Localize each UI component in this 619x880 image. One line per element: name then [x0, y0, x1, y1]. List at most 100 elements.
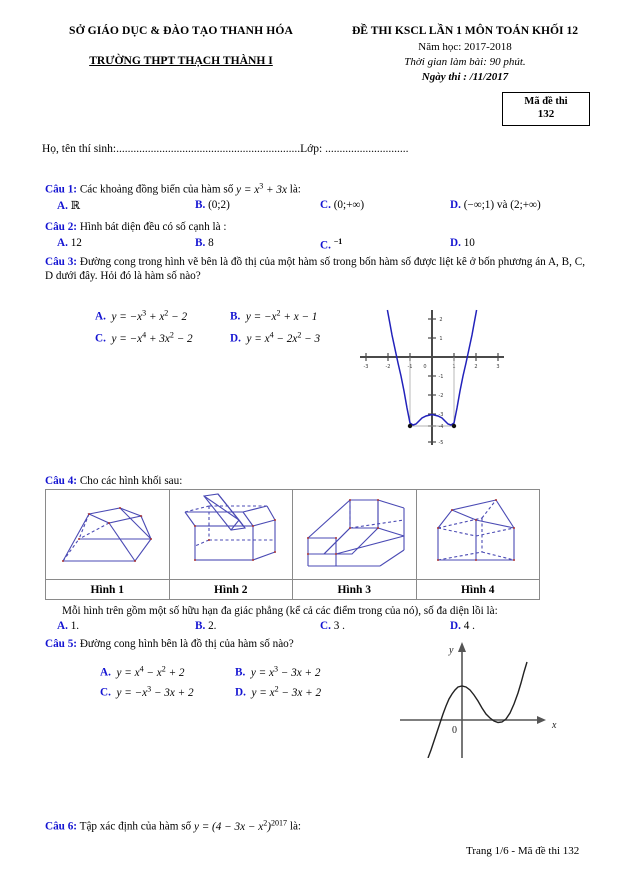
- q5-origin-label: 0: [452, 725, 457, 736]
- candidate-class-dots[interactable]: .............................: [325, 143, 408, 155]
- figure-label-1: Hình 1: [45, 579, 170, 600]
- figure-label-row: Hình 1 Hình 2 Hình 3 Hình 4: [45, 579, 540, 600]
- question-3-option-c[interactable]: C. y = −x4 + 3x2 − 2: [95, 330, 193, 345]
- svg-text:-2: -2: [386, 364, 391, 370]
- department-name: SỞ GIÁO DỤC & ĐÀO TẠO THANH HÓA: [69, 24, 293, 37]
- fig2-front-face: [194, 525, 254, 561]
- candidate-name-label: Họ, tên thí sinh:: [42, 143, 117, 155]
- figure-label-4: Hình 4: [415, 579, 540, 600]
- exam-code-box: Mã đề thi 132: [502, 92, 590, 126]
- fig3-back-wall-face: [349, 499, 379, 529]
- question-4-subtext: Mỗi hình trên gồm một số hữu hạn đa giác…: [62, 605, 498, 617]
- question-4-figure-table: Hình 1 Hình 2 Hình 3 Hình 4: [45, 489, 540, 600]
- question-4-option-c[interactable]: C. 3 .: [320, 620, 345, 632]
- svg-text:1: 1: [439, 336, 442, 342]
- question-5-option-b[interactable]: B. y = x3 − 3x + 2: [235, 664, 320, 679]
- question-6-text-after: là:: [287, 820, 302, 833]
- question-6-text-before: Tập xác định của hàm số: [77, 820, 194, 833]
- school-name: TRƯỜNG THPT THẠCH THÀNH I: [89, 54, 273, 67]
- question-4-label: Câu 4:: [45, 475, 78, 487]
- exam-date: Ngày thi : /11/2017: [421, 71, 509, 83]
- question-1-formula: y = x3 + 3x: [236, 181, 287, 196]
- question-5-option-d[interactable]: D. y = x2 − 3x + 2: [235, 684, 321, 699]
- question-3-option-b[interactable]: B. y = −x2 + x − 1: [230, 308, 317, 323]
- question-2-option-c[interactable]: C. −1: [320, 237, 342, 252]
- question-5-graph: y x 0: [400, 628, 565, 759]
- question-1-option-b[interactable]: B. (0;2): [195, 199, 230, 211]
- question-4-option-b[interactable]: B. 2.: [195, 620, 216, 632]
- figure-cell-3: [292, 489, 417, 580]
- question-1-text-before: Các khoảng đồng biến của hàm số: [77, 183, 237, 196]
- svg-text:-1: -1: [439, 374, 444, 380]
- question-6-formula: y = (4 − 3x − x2)2017: [193, 818, 288, 833]
- page-footer: Trang 1/6 - Mã đề thi 132: [466, 845, 580, 857]
- svg-text:-5: -5: [439, 440, 444, 446]
- question-5-option-c[interactable]: C. y = −x3 − 3x + 2: [100, 684, 194, 699]
- exam-page: SỞ GIÁO DỤC & ĐÀO TẠO THANH HÓA TRƯỜNG T…: [0, 0, 619, 880]
- q5-curve: [427, 661, 528, 759]
- header-left-block: SỞ GIÁO DỤC & ĐÀO TẠO THANH HÓA TRƯỜNG T…: [36, 24, 326, 69]
- question-4-text: Cho các hình khối sau:: [77, 475, 183, 487]
- svg-text:-2: -2: [439, 393, 444, 399]
- figure-3-u-channel-block: [307, 499, 405, 567]
- candidate-info-line: Họ, tên thí sinh:.......................…: [42, 143, 408, 155]
- question-2-stem: Câu 2: Hình bát diện đều có số cạnh là :: [45, 220, 585, 234]
- question-5-option-a[interactable]: A. y = x4 − x2 + 2: [100, 664, 185, 679]
- question-4-stem: Câu 4: Cho các hình khối sau:: [45, 474, 585, 488]
- question-1-text-after: là:: [286, 183, 301, 196]
- question-3-label: Câu 3:: [45, 256, 78, 268]
- figure-cell-1: [45, 489, 170, 580]
- question-1-label: Câu 1:: [45, 183, 78, 196]
- figure-1-frustum-pyramid: [62, 507, 153, 562]
- svg-text:-3: -3: [364, 364, 369, 370]
- school-year: Năm học: 2017-2018: [418, 41, 512, 53]
- question-3-option-a[interactable]: A. y = −x3 + x2 − 2: [95, 308, 187, 323]
- question-1-option-d[interactable]: D. (−∞;1) và (2;+∞): [450, 199, 541, 211]
- question-6-stem: Câu 6: Tập xác định của hàm số y = (4 − …: [45, 818, 585, 834]
- svg-text:-4: -4: [439, 424, 444, 430]
- svg-text:2: 2: [474, 364, 477, 370]
- exam-code-value: 132: [537, 108, 555, 121]
- figure-cell-2: [168, 489, 293, 580]
- q5-y-label: y: [448, 645, 454, 656]
- q5-y-arrow: [458, 642, 466, 652]
- question-3-graph-svg: -3 -2 -1 0 1 2 3 2 1 -1 -2 -3 -4 -5: [360, 309, 504, 446]
- figure-label-3: Hình 3: [292, 579, 417, 600]
- figure-cell-4: [415, 489, 540, 580]
- question-3-text: Đường cong trong hình vẽ bên là đồ thị c…: [45, 256, 585, 283]
- header-right-block: ĐỀ THI KSCL LẦN 1 MÔN TOÁN KHỐI 12 Năm h…: [320, 24, 610, 83]
- q3-min-point-left: [407, 423, 413, 429]
- question-2-text: Hình bát diện đều có số cạnh là :: [77, 221, 227, 233]
- question-3-option-d[interactable]: D. y = x4 − 2x2 − 3: [230, 330, 320, 345]
- question-2-option-b[interactable]: B. 8: [195, 237, 214, 249]
- figure-4-house-prism: [436, 499, 515, 561]
- exam-duration: Thời gian làm bài: 90 phút.: [404, 56, 526, 68]
- q5-x-label: x: [551, 720, 557, 731]
- candidate-class-label: Lớp:: [300, 143, 323, 155]
- q5-x-arrow: [537, 716, 546, 724]
- question-4-option-a[interactable]: A. 1.: [57, 620, 79, 632]
- svg-text:0: 0: [423, 364, 426, 370]
- question-5-label: Câu 5:: [45, 638, 78, 650]
- svg-text:2: 2: [439, 317, 442, 323]
- svg-text:3: 3: [496, 364, 499, 370]
- question-2-label: Câu 2:: [45, 221, 78, 233]
- question-1-stem: Câu 1: Các khoảng đồng biến của hàm số y…: [45, 181, 585, 197]
- q3-min-point-right: [451, 423, 457, 429]
- exam-title: ĐỀ THI KSCL LẦN 1 MÔN TOÁN KHỐI 12: [351, 24, 579, 37]
- question-6-label: Câu 6:: [45, 820, 78, 833]
- question-5-graph-svg: y x 0: [400, 642, 557, 759]
- candidate-name-dots[interactable]: ........................................…: [116, 143, 300, 155]
- question-3-graph: -3 -2 -1 0 1 2 3 2 1 -1 -2 -3 -4 -5: [352, 302, 512, 450]
- figure-2-box-with-prism-ridge: [184, 493, 276, 561]
- exam-code-label: Mã đề thi: [524, 96, 568, 107]
- figure-row: [45, 489, 540, 580]
- figure-label-2: Hình 2: [168, 579, 293, 600]
- question-2-option-d[interactable]: D. 10: [450, 237, 475, 249]
- question-3-stem: Câu 3: Đường cong trong hình vẽ bên là đ…: [45, 255, 585, 284]
- question-5-text: Đường cong hình bên là đồ thị của hàm số…: [77, 638, 294, 650]
- question-1-option-a[interactable]: A. ℝ: [57, 199, 80, 212]
- fig3-vertices: [307, 499, 380, 555]
- question-2-option-a[interactable]: A. 12: [57, 237, 82, 249]
- question-1-option-c[interactable]: C. (0;+∞): [320, 199, 364, 211]
